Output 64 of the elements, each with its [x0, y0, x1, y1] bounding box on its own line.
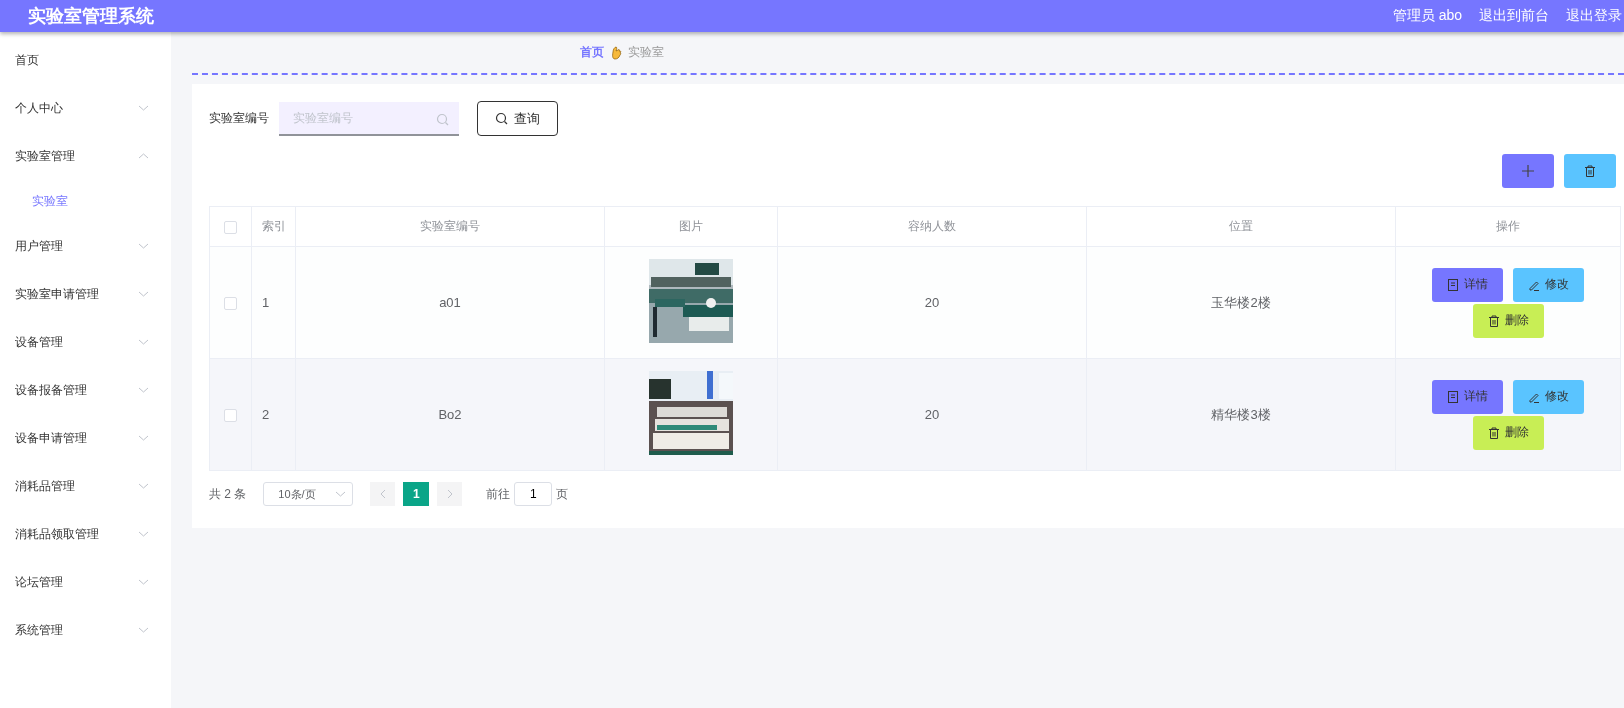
document-icon	[1447, 278, 1459, 291]
sidebar-item[interactable]: 消耗品领取管理	[0, 510, 171, 558]
plus-icon	[1522, 165, 1534, 177]
breadcrumb-item: 实验室	[628, 44, 664, 61]
header-link[interactable]: 退出到前台	[1479, 7, 1549, 25]
column-header: 位置	[1229, 219, 1253, 233]
sidebar-item[interactable]: 实验室申请管理	[0, 270, 171, 318]
hand-icon	[610, 45, 622, 60]
goto-label: 前往	[486, 485, 511, 503]
total-count: 共 2 条	[209, 485, 247, 503]
field-label: 实验室编号	[209, 110, 269, 127]
prev-page-button[interactable]	[370, 482, 396, 506]
delete-button[interactable]: 删除	[1472, 415, 1544, 450]
checkbox[interactable]	[224, 297, 237, 311]
trash-icon	[1487, 314, 1500, 327]
header-link[interactable]: 退出登录	[1566, 7, 1622, 25]
document-icon	[1447, 390, 1459, 403]
column-header: 索引	[262, 219, 286, 233]
checkbox[interactable]	[224, 409, 237, 423]
trash-icon	[1584, 165, 1596, 177]
sidebar-item[interactable]: 消耗品管理	[0, 462, 171, 510]
column-header: 图片	[679, 219, 703, 233]
user-name: 管理员 abo	[1392, 7, 1462, 25]
column-header: 操作	[1496, 219, 1520, 233]
capacity: 20	[924, 295, 940, 310]
delete-button[interactable]	[1564, 154, 1616, 188]
sidebar-subitem[interactable]: 实验室	[0, 180, 171, 222]
column-header: 实验室编号	[420, 219, 480, 233]
capacity: 20	[924, 407, 940, 422]
page-suffix: 页	[556, 485, 569, 503]
query-button[interactable]: 查询	[477, 101, 558, 136]
delete-button[interactable]: 删除	[1472, 303, 1544, 338]
row-index: 1	[262, 295, 270, 310]
sidebar-item[interactable]: 实验室管理	[0, 132, 171, 180]
sidebar-item[interactable]: 设备申请管理	[0, 414, 171, 462]
detail-button[interactable]: 详情	[1432, 267, 1503, 302]
page-input[interactable]: 1	[514, 482, 553, 506]
checkbox[interactable]	[224, 220, 237, 234]
next-page-button[interactable]	[437, 482, 463, 506]
chevron-down-icon	[335, 490, 347, 498]
lab-code: a01	[439, 295, 461, 310]
search-icon	[436, 112, 449, 126]
location: 玉华楼2楼	[1211, 294, 1271, 310]
app-title: 实验室管理系统	[28, 5, 155, 28]
sidebar-item[interactable]: 个人中心	[0, 84, 171, 132]
chevron-left-icon	[379, 489, 386, 499]
column-header: 容纳人数	[908, 219, 956, 233]
lab-code: Bo2	[438, 407, 462, 422]
trash-icon	[1487, 426, 1500, 439]
sidebar-item[interactable]: 论坛管理	[0, 558, 171, 606]
edit-button[interactable]: 修改	[1513, 379, 1584, 414]
location: 精华楼3楼	[1211, 406, 1271, 422]
sidebar-item[interactable]: 设备报备管理	[0, 366, 171, 414]
search-icon	[495, 112, 508, 125]
chevron-right-icon	[446, 489, 453, 499]
detail-button[interactable]: 详情	[1432, 379, 1503, 414]
add-button[interactable]	[1502, 154, 1554, 188]
row-index: 2	[262, 407, 270, 422]
sidebar-item[interactable]: 用户管理	[0, 222, 171, 270]
sidebar-item[interactable]: 系统管理	[0, 606, 171, 654]
sidebar-item[interactable]: 设备管理	[0, 318, 171, 366]
sidebar-item[interactable]: 首页	[0, 36, 171, 84]
edit-button[interactable]: 修改	[1513, 267, 1584, 302]
page-size-select[interactable]: 10条/页	[263, 482, 354, 506]
